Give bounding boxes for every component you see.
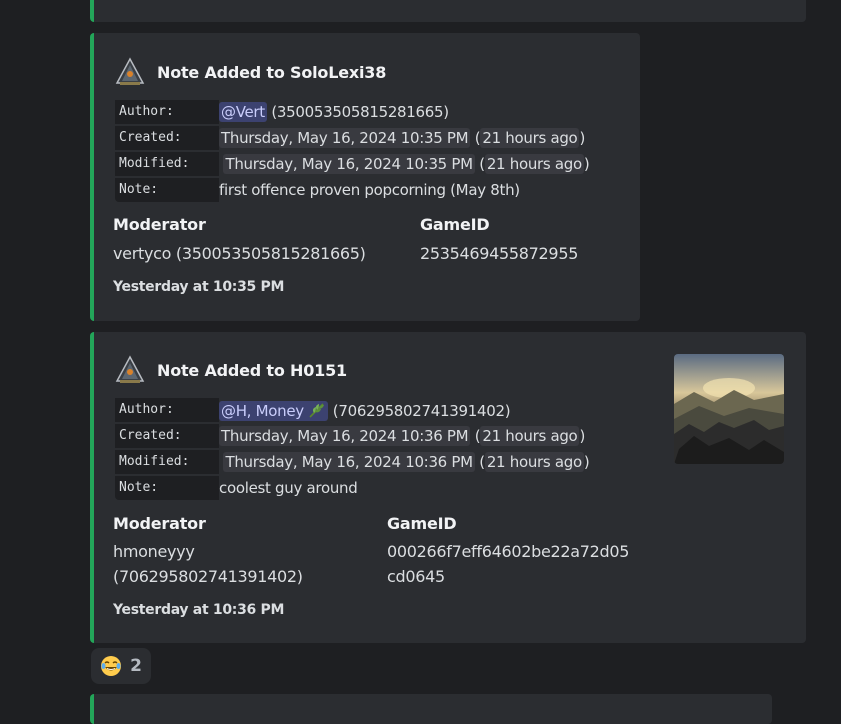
author-label: Author: [115, 398, 219, 422]
modified-label: Modified: [115, 152, 219, 176]
embed-note-h0151: Note Added to H0151 Author: @H, Money (7… [90, 332, 806, 643]
author-label: Author: [115, 100, 219, 124]
embed-note-sololexi38: Note Added to SoloLexi38 Author: @Vert (… [90, 33, 640, 321]
note-text: coolest guy around [219, 479, 358, 497]
moderator-label: Moderator [113, 215, 206, 234]
embed-previous-partial [90, 0, 806, 22]
modified-relative[interactable]: 21 hours ago [484, 154, 584, 174]
user-mention[interactable]: @Vert [219, 102, 267, 122]
modified-line: Modified: Thursday, May 16, 2024 10:36 P… [115, 450, 590, 474]
embed-footer-timestamp: Yesterday at 10:35 PM [113, 279, 285, 295]
mention-text: @H, Money [221, 401, 304, 420]
created-relative[interactable]: 21 hours ago [480, 128, 580, 148]
note-label: Note: [115, 178, 219, 202]
created-label: Created: [115, 424, 219, 448]
gameid-value: 2535469455872955 [420, 244, 579, 263]
user-mention[interactable]: @H, Money [219, 400, 329, 421]
embed-next-partial [90, 694, 772, 724]
author-id: (706295802741391402) [332, 401, 511, 420]
author-line: Author: @H, Money (706295802741391402) [115, 398, 511, 422]
created-timestamp[interactable]: Thursday, May 16, 2024 10:35 PM [219, 128, 471, 148]
moderator-value-line1: hmoneyyy [113, 542, 195, 561]
reaction-count: 2 [130, 656, 142, 676]
author-line: Author: @Vert (350053505815281665) [115, 100, 449, 124]
reaction-button[interactable]: 2 [91, 648, 151, 684]
modified-label: Modified: [115, 450, 219, 474]
created-relative[interactable]: 21 hours ago [480, 426, 580, 446]
modified-timestamp[interactable]: Thursday, May 16, 2024 10:36 PM [223, 452, 475, 472]
embed-thumbnail[interactable] [674, 354, 784, 464]
note-label: Note: [115, 476, 219, 500]
gameid-label: GameID [387, 514, 457, 533]
note-line: Note: coolest guy around [115, 476, 358, 500]
created-line: Created: Thursday, May 16, 2024 10:36 PM… [115, 424, 585, 448]
author-id: (350053505815281665) [271, 103, 449, 121]
modified-relative[interactable]: 21 hours ago [484, 452, 584, 472]
note-line: Note: first offence proven popcorning (M… [115, 178, 520, 202]
modified-line: Modified: Thursday, May 16, 2024 10:35 P… [115, 152, 590, 176]
gameid-value-line2: cd0645 [387, 567, 445, 586]
herb-icon [309, 402, 325, 418]
embed-title: Note Added to SoloLexi38 [157, 62, 387, 82]
moderator-label: Moderator [113, 514, 206, 533]
modified-timestamp[interactable]: Thursday, May 16, 2024 10:35 PM [223, 154, 475, 174]
embed-title-row: Note Added to H0151 [115, 355, 347, 385]
moderator-value-line2: (706295802741391402) [113, 567, 303, 586]
ark-logo-icon [115, 355, 145, 383]
chat-channel: Note Added to SoloLexi38 Author: @Vert (… [0, 0, 841, 724]
gameid-label: GameID [420, 215, 490, 234]
joy-icon [101, 656, 122, 676]
gameid-value-line1: 000266f7eff64602be22a72d05 [387, 542, 630, 561]
mountain-landscape-image [674, 354, 784, 464]
embed-title: Note Added to H0151 [157, 360, 347, 380]
created-line: Created: Thursday, May 16, 2024 10:35 PM… [115, 126, 585, 150]
moderator-value: vertyco (350053505815281665) [113, 244, 366, 263]
created-timestamp[interactable]: Thursday, May 16, 2024 10:36 PM [219, 426, 471, 446]
ark-logo-icon [115, 57, 145, 85]
note-text: first offence proven popcorning (May 8th… [219, 181, 520, 199]
created-label: Created: [115, 126, 219, 150]
embed-title-row: Note Added to SoloLexi38 [115, 57, 386, 87]
embed-footer-timestamp: Yesterday at 10:36 PM [113, 602, 285, 618]
